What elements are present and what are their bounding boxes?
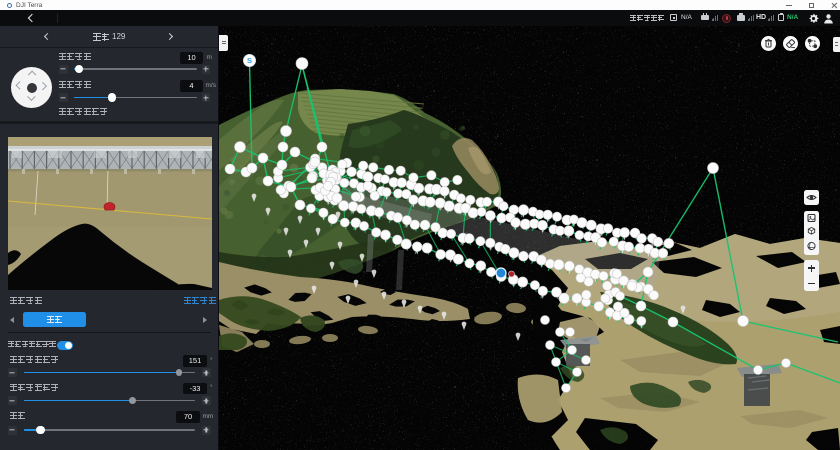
- svg-text:S: S: [247, 56, 252, 65]
